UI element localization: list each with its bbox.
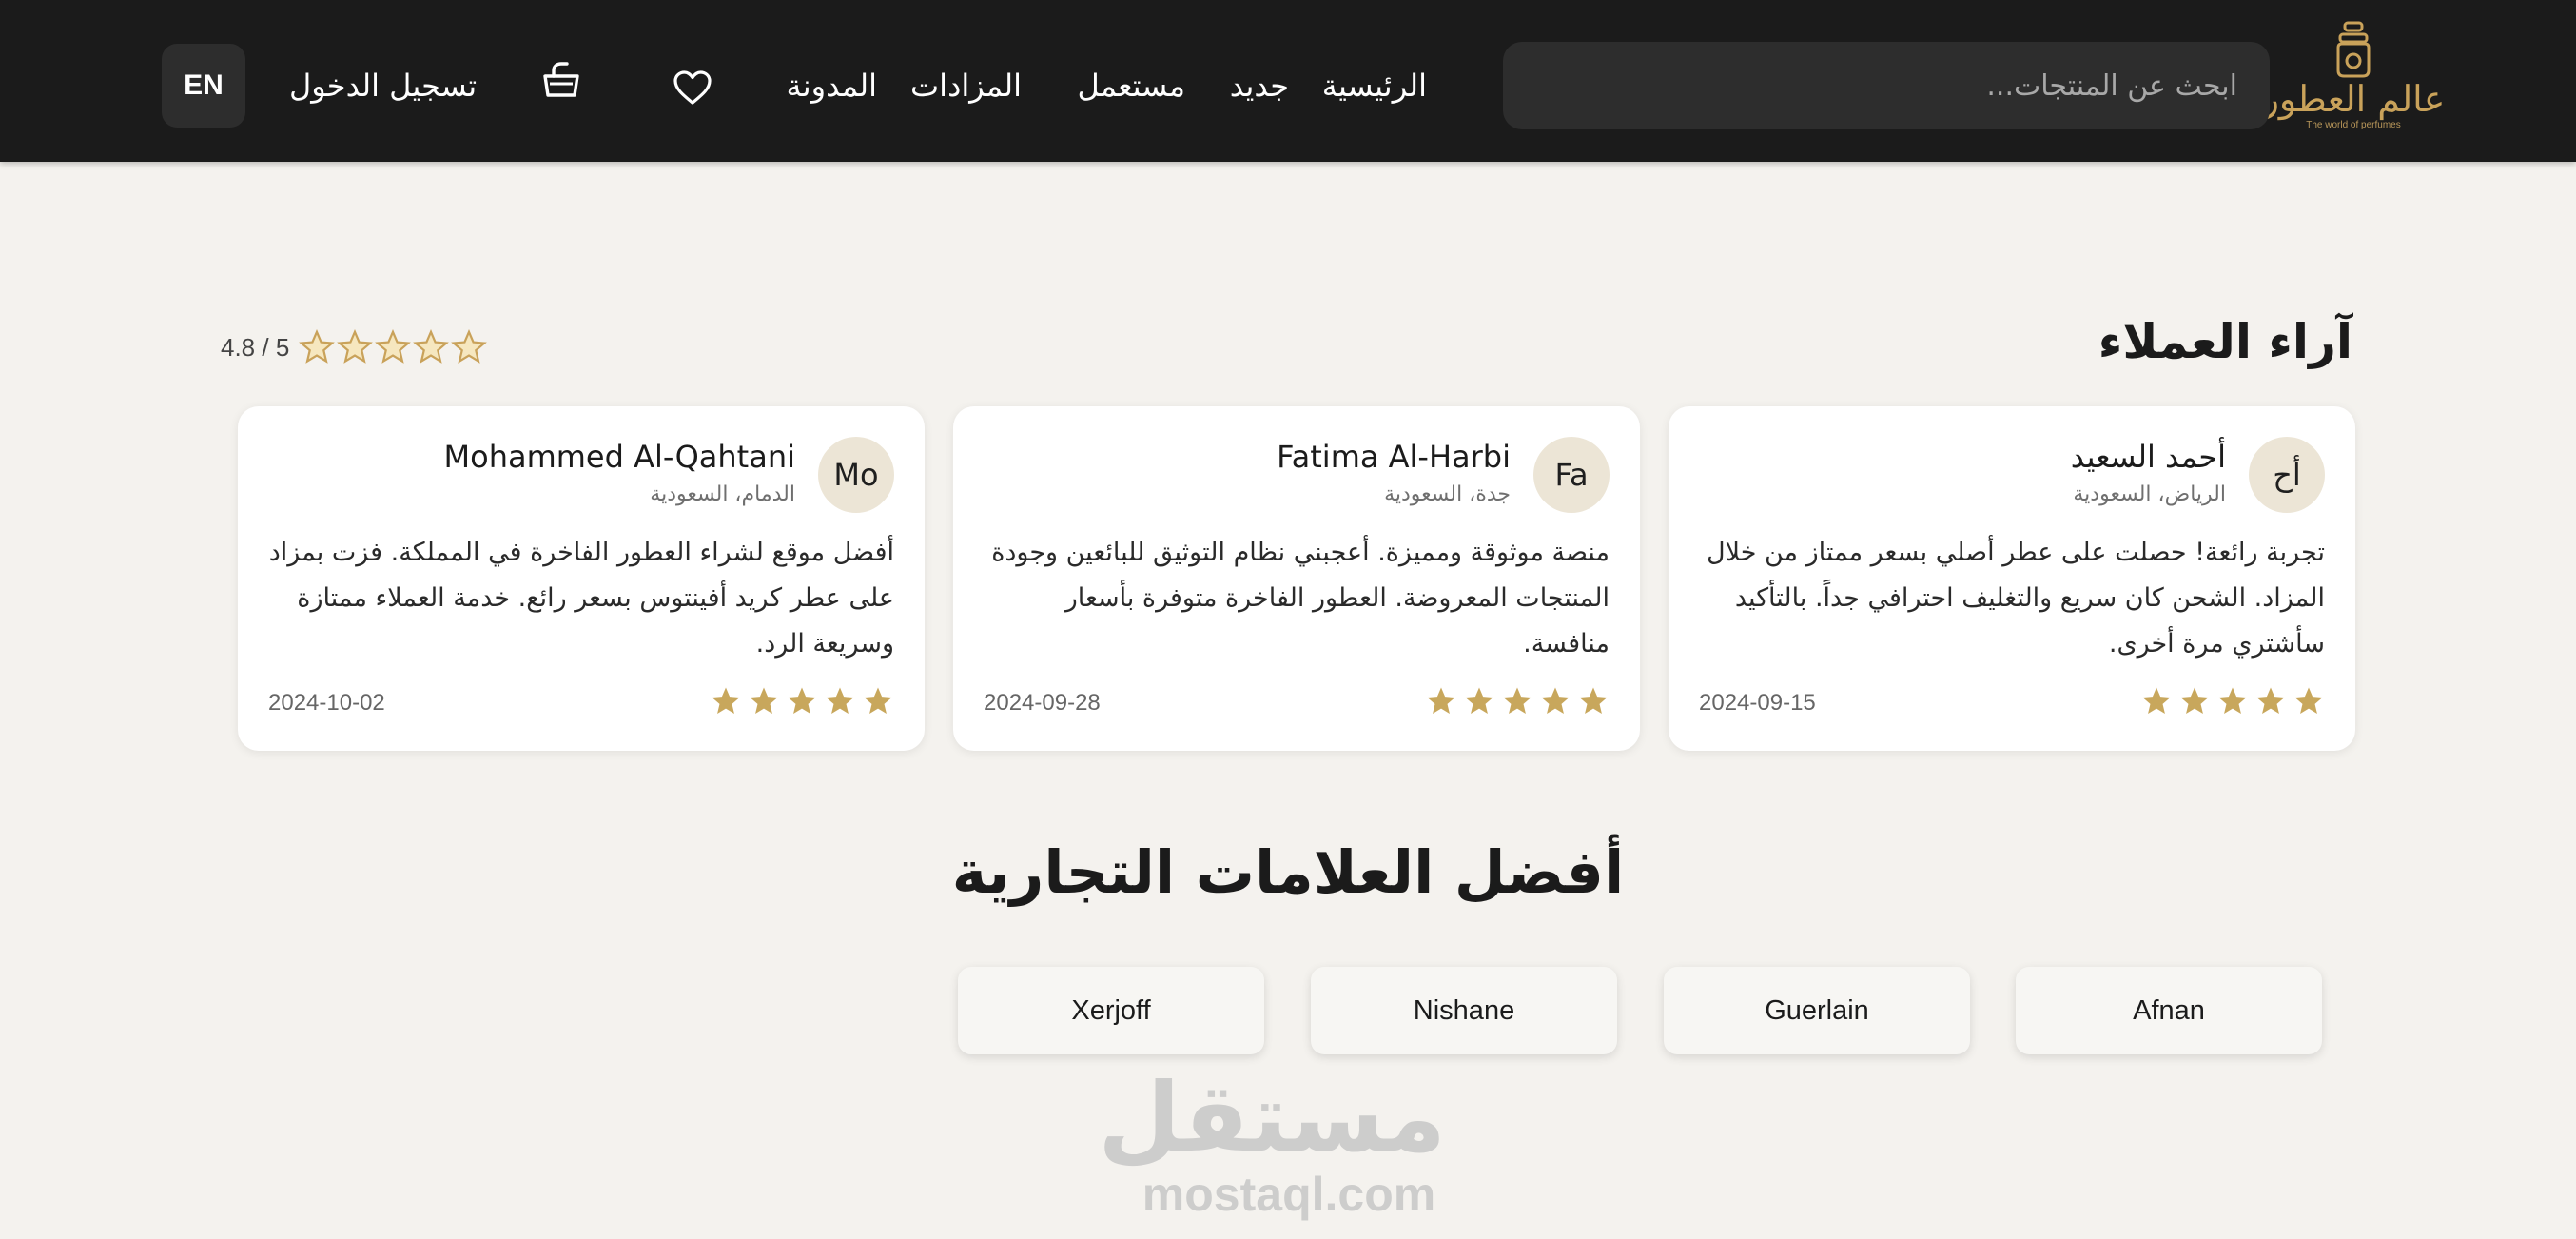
star-icon <box>2256 687 2285 715</box>
review-stars <box>710 685 894 718</box>
review-text: تجربة رائعة! حصلت على عطر أصلي بسعر ممتا… <box>1706 538 2325 659</box>
page: عالم العطور The world of perfumes الرئيس… <box>0 0 2576 1239</box>
review-stars <box>1425 685 1610 718</box>
cart-button[interactable] <box>533 51 590 108</box>
reviewer-location: جدة، السعودية <box>1384 482 1511 506</box>
star-icon <box>375 329 412 364</box>
star-icon <box>1579 687 1608 715</box>
star-icon <box>1427 687 1455 715</box>
star-icon <box>864 687 892 715</box>
nav-used[interactable]: مستعمل <box>1077 57 1185 114</box>
brand-card-xerjoff[interactable]: Xerjoff <box>958 967 1264 1054</box>
review-date: 2024-09-28 <box>984 690 1101 716</box>
star-icon <box>2294 687 2323 715</box>
star-icon <box>1465 687 1493 715</box>
review-text: أفضل موقع لشراء العطور الفاخرة في المملك… <box>268 538 894 659</box>
top-navbar: عالم العطور The world of perfumes الرئيس… <box>0 0 2576 162</box>
overall-rating-stars <box>299 329 488 365</box>
heart-icon <box>673 70 712 105</box>
reviews-section-title: آراء العملاء <box>2098 314 2352 369</box>
search-input[interactable] <box>1503 42 2270 129</box>
star-icon <box>1541 687 1570 715</box>
star-icon <box>750 687 778 715</box>
avatar: Fa <box>1533 437 1610 513</box>
star-icon <box>337 329 374 364</box>
review-date: 2024-09-15 <box>1699 690 1816 716</box>
review-stars <box>2140 685 2325 718</box>
site-logo[interactable]: عالم العطور The world of perfumes <box>2262 21 2445 148</box>
star-icon <box>712 687 740 715</box>
nav-new[interactable]: جديد <box>1230 57 1289 114</box>
reviewer-name: أحمد السعيد <box>2070 439 2226 475</box>
nav-blog[interactable]: المدونة <box>787 57 877 114</box>
overall-rating: 4.8 / 5 <box>221 324 488 371</box>
star-icon <box>826 687 854 715</box>
overall-rating-text: 4.8 / 5 <box>221 332 290 362</box>
avatar: Mo <box>818 437 894 513</box>
star-icon <box>1503 687 1532 715</box>
wishlist-button[interactable] <box>664 59 721 116</box>
shopping-basket-icon <box>543 62 579 97</box>
reviewer-location: الرياض، السعودية <box>2073 482 2226 506</box>
brand-card-guerlain[interactable]: Guerlain <box>1664 967 1970 1054</box>
star-icon <box>413 329 450 364</box>
logo-tagline: The world of perfumes <box>2306 120 2401 130</box>
star-icon <box>2142 687 2171 715</box>
review-card: Fa Fatima Al-Harbi جدة، السعودية منصة مو… <box>953 406 1640 751</box>
review-card: Mo Mohammed Al-Qahtani الدمام، السعودية … <box>238 406 925 751</box>
language-toggle-button[interactable]: EN <box>162 44 245 128</box>
star-icon <box>299 329 336 364</box>
nav-auctions[interactable]: المزادات <box>910 57 1022 114</box>
star-icon <box>451 329 488 364</box>
login-link[interactable]: تسجيل الدخول <box>289 57 477 114</box>
review-text: منصة موثوقة ومميزة. أعجبني نظام التوثيق … <box>991 538 1610 659</box>
review-card: أح أحمد السعيد الرياض، السعودية تجربة را… <box>1669 406 2355 751</box>
reviewer-name: Fatima Al-Harbi <box>1277 439 1511 475</box>
star-icon <box>788 687 816 715</box>
watermark-url: mostaql.com <box>1142 1168 1436 1221</box>
avatar: أح <box>2249 437 2325 513</box>
reviewer-location: الدمام، السعودية <box>650 482 795 506</box>
watermark-arabic: مستقل <box>1098 1062 1446 1173</box>
perfume-bottle-icon <box>2336 21 2371 78</box>
brand-card-afnan[interactable]: Afnan <box>2016 967 2322 1054</box>
reviewer-name: Mohammed Al-Qahtani <box>443 439 796 475</box>
brand-card-nishane[interactable]: Nishane <box>1311 967 1617 1054</box>
brands-section-title: أفضل العلامات التجارية <box>951 837 1625 907</box>
star-icon <box>2180 687 2209 715</box>
watermark: مستقل mostaql.com <box>1098 1062 1446 1221</box>
nav-home[interactable]: الرئيسية <box>1322 57 1427 114</box>
star-icon <box>2218 687 2247 715</box>
review-date: 2024-10-02 <box>268 690 385 716</box>
logo-arabic-text: عالم العطور <box>2261 78 2446 120</box>
